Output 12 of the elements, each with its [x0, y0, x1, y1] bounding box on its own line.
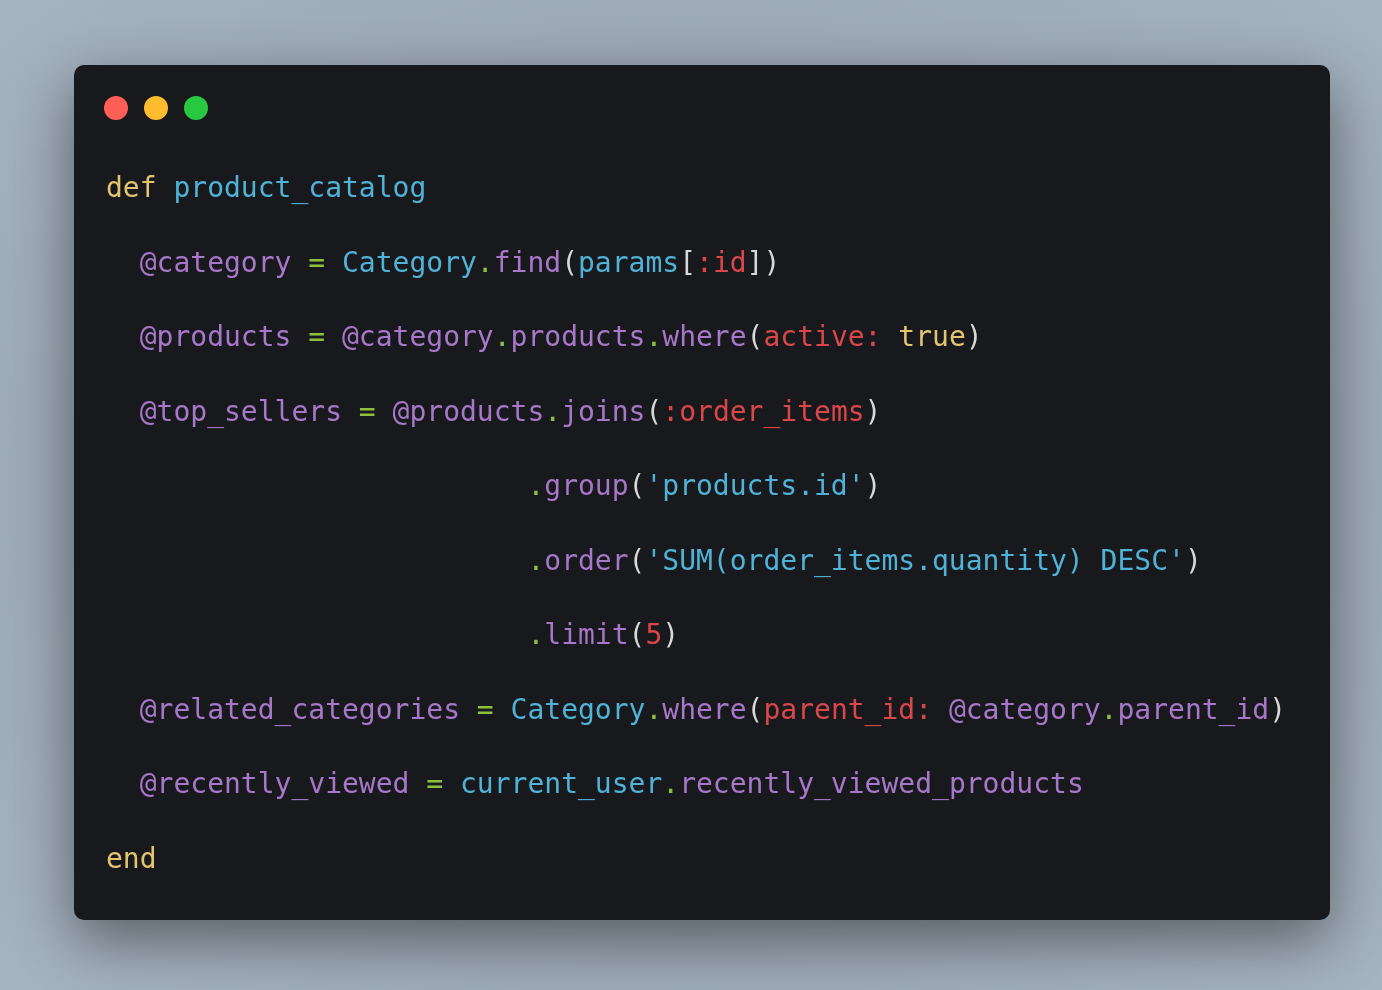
- window-minimize-button[interactable]: [144, 96, 168, 120]
- window-zoom-button[interactable]: [184, 96, 208, 120]
- code-line: def product_catalog: [106, 170, 427, 206]
- code-line: @products = @category.products.where(active: true): [139, 319, 983, 355]
- code-line: @top_sellers = @products.joins(:order_items): [139, 393, 882, 430]
- window-close-button[interactable]: [104, 96, 128, 120]
- code-line: end: [106, 840, 157, 877]
- code-line: .group('products.id'): [527, 468, 882, 504]
- code-line: @recently_viewed = current_user.recently_viewed_products: [139, 766, 1084, 802]
- code-line: .order('SUM(order_items.quantity) DESC'): [527, 542, 1202, 579]
- code-line: @category = Category.find(params[:id]): [139, 244, 781, 281]
- code-line: @related_categories = Category.where(parent_id: @category.parent_id): [139, 691, 1287, 728]
